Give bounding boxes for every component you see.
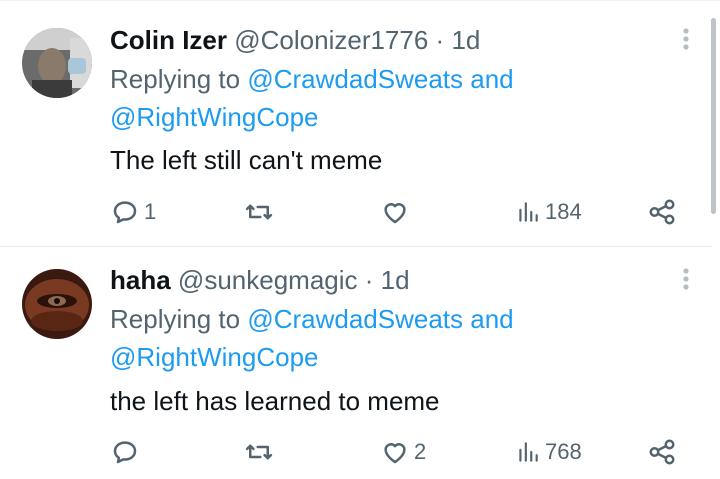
share-icon — [649, 439, 675, 465]
like-button[interactable]: 2 — [380, 437, 426, 467]
like-count: 2 — [414, 439, 427, 464]
reply-button[interactable]: 1 — [110, 197, 156, 227]
avatar[interactable] — [22, 28, 92, 98]
more-options-button[interactable] — [676, 24, 696, 54]
reply-button[interactable] — [110, 437, 144, 467]
avatar-image — [22, 269, 92, 339]
views-icon — [519, 202, 538, 222]
user-handle[interactable]: @sunkegmagic — [178, 265, 358, 295]
tweet-text: The left still can't meme — [110, 145, 383, 175]
tweet-header: Colin Izer @Colonizer1776 · 1d — [110, 25, 480, 55]
share-icon — [649, 199, 675, 225]
display-name[interactable]: Colin Izer — [110, 25, 227, 55]
reply-icon — [113, 201, 137, 224]
separator-dot: · — [435, 25, 445, 55]
share-button[interactable] — [647, 437, 677, 467]
view-count: 184 — [545, 199, 582, 224]
replying-and[interactable]: and — [470, 304, 513, 334]
more-vertical-icon — [683, 268, 689, 290]
more-options-button[interactable] — [676, 264, 696, 294]
like-icon — [384, 443, 406, 464]
avatar-image — [22, 28, 92, 98]
views-icon — [519, 442, 538, 462]
tweet-header: haha @sunkegmagic · 1d — [110, 265, 410, 295]
replying-to: Replying to @CrawdadSweats and @RightWin… — [110, 300, 590, 376]
avatar[interactable] — [22, 269, 92, 339]
mention-link[interactable]: @CrawdadSweats — [247, 304, 463, 334]
reply-icon — [113, 441, 137, 464]
like-button[interactable] — [380, 197, 414, 227]
user-handle[interactable]: @Colonizer1776 — [234, 25, 428, 55]
replying-to-label: Replying to — [110, 304, 241, 334]
tweet-text: the left has learned to meme — [110, 386, 440, 416]
retweet-icon — [245, 204, 273, 220]
share-button[interactable] — [647, 197, 677, 227]
mention-link[interactable]: @CrawdadSweats — [247, 64, 463, 94]
reply-count: 1 — [144, 199, 157, 224]
more-vertical-icon — [683, 28, 689, 50]
replying-and[interactable]: and — [470, 64, 513, 94]
views-button[interactable]: 184 — [515, 197, 582, 227]
retweet-button[interactable] — [244, 437, 278, 467]
mention-link[interactable]: @RightWingCope — [110, 102, 318, 132]
retweet-icon — [245, 444, 273, 460]
views-button[interactable]: 768 — [515, 437, 582, 467]
replying-to: Replying to @CrawdadSweats and @RightWin… — [110, 60, 590, 136]
timestamp[interactable]: 1d — [381, 265, 410, 295]
timestamp[interactable]: 1d — [451, 25, 480, 55]
tweet-1[interactable]: Colin Izer @Colonizer1776 · 1d Replying … — [0, 0, 712, 246]
view-count: 768 — [545, 439, 582, 464]
like-icon — [384, 203, 406, 224]
separator-dot: · — [364, 265, 374, 295]
replying-to-label: Replying to — [110, 64, 241, 94]
display-name[interactable]: haha — [110, 265, 171, 295]
retweet-button[interactable] — [244, 197, 278, 227]
mention-link[interactable]: @RightWingCope — [110, 342, 318, 372]
